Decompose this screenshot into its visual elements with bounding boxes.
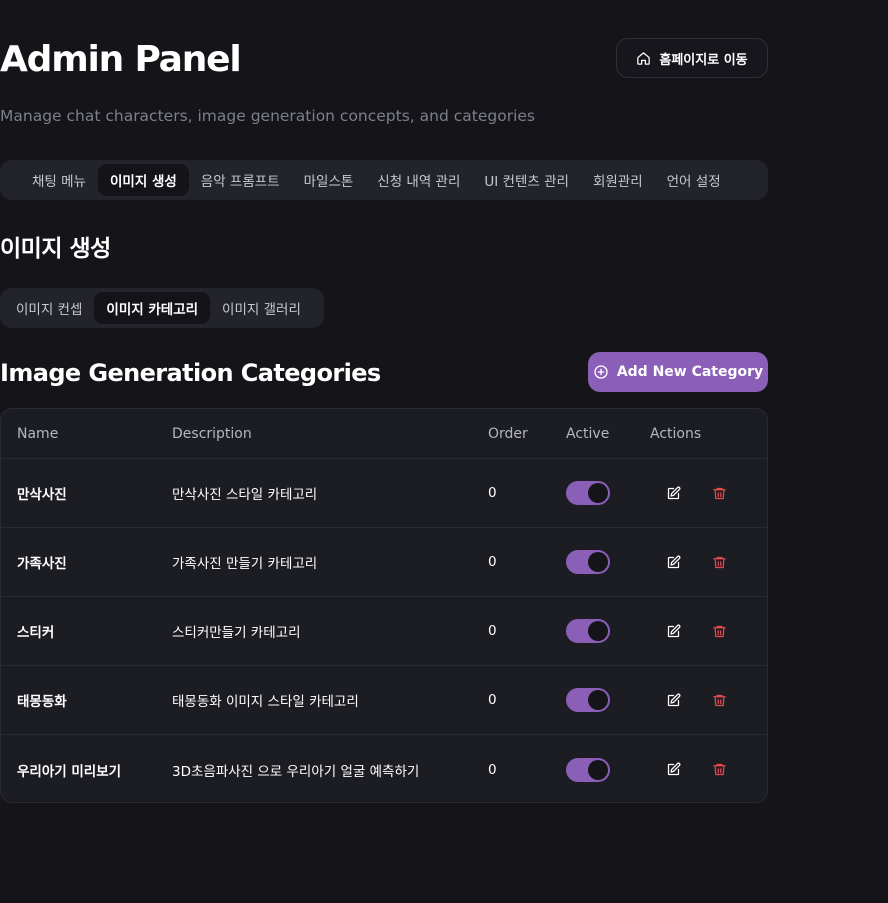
page-title: Admin Panel <box>0 39 242 80</box>
trash-icon[interactable] <box>707 619 731 643</box>
plus-circle-icon <box>593 364 609 380</box>
active-toggle[interactable] <box>566 619 610 643</box>
tab-members[interactable]: 회원관리 <box>581 164 655 196</box>
toggle-knob <box>588 483 608 503</box>
edit-icon[interactable] <box>661 619 685 643</box>
header-active: Active <box>566 425 610 442</box>
table-header: Name Description Order Active Actions <box>1 409 767 459</box>
home-icon <box>636 51 651 66</box>
category-order: 0 <box>488 485 497 501</box>
category-description: 스티커만들기 카테고리 <box>172 625 301 641</box>
category-name: 가족사진 <box>17 556 67 572</box>
toggle-knob <box>588 759 608 780</box>
category-order: 0 <box>488 554 497 570</box>
subtab-image-gallery[interactable]: 이미지 갤러리 <box>210 292 313 324</box>
active-toggle[interactable] <box>566 481 610 505</box>
edit-icon[interactable] <box>661 481 685 505</box>
active-toggle[interactable] <box>566 757 610 782</box>
section-title: 이미지 생성 <box>0 236 111 262</box>
header-description: Description <box>172 425 252 442</box>
tab-chat-menu[interactable]: 채팅 메뉴 <box>20 164 98 196</box>
header-actions: Actions <box>650 425 702 442</box>
tab-image-generation[interactable]: 이미지 생성 <box>97 164 189 196</box>
categories-table: Name Description Order Active Actions 만삭… <box>0 408 768 803</box>
trash-icon[interactable] <box>707 758 731 782</box>
tab-applications[interactable]: 신청 내역 관리 <box>365 164 472 196</box>
header-name: Name <box>17 425 59 442</box>
page-subtitle: Manage chat characters, image generation… <box>0 107 535 125</box>
edit-icon[interactable] <box>661 758 685 782</box>
tab-music-prompt[interactable]: 음악 프롬프트 <box>189 164 292 196</box>
home-button[interactable]: 홈페이지로 이동 <box>616 38 768 78</box>
category-description: 만삭사진 스타일 카테고리 <box>172 487 318 503</box>
category-order: 0 <box>488 692 497 708</box>
category-name: 우리아기 미리보기 <box>17 763 122 780</box>
trash-icon[interactable] <box>707 688 731 712</box>
table-row: 태몽동화 태몽동화 이미지 스타일 카테고리 0 <box>1 666 767 735</box>
toggle-knob <box>588 690 608 710</box>
category-name: 스티커 <box>17 625 55 641</box>
toggle-knob <box>588 621 608 641</box>
subtab-image-concept[interactable]: 이미지 컨셉 <box>4 292 94 324</box>
tab-language[interactable]: 언어 설정 <box>655 164 733 196</box>
main-tabs: 채팅 메뉴 이미지 생성 음악 프롬프트 마일스톤 신청 내역 관리 UI 컨텐… <box>0 160 768 200</box>
tab-milestone[interactable]: 마일스톤 <box>292 164 366 196</box>
sub-tabs: 이미지 컨셉 이미지 카테고리 이미지 갤러리 <box>0 288 324 328</box>
header-order: Order <box>488 425 528 442</box>
edit-icon[interactable] <box>661 550 685 574</box>
table-row: 만삭사진 만삭사진 스타일 카테고리 0 <box>1 459 767 528</box>
trash-icon[interactable] <box>707 550 731 574</box>
category-order: 0 <box>488 623 497 639</box>
category-name: 만삭사진 <box>17 487 67 503</box>
table-row: 우리아기 미리보기 3D초음파사진 으로 우리아기 얼굴 예측하기 0 <box>1 735 767 802</box>
active-toggle[interactable] <box>566 550 610 574</box>
category-description: 가족사진 만들기 카테고리 <box>172 556 318 572</box>
edit-icon[interactable] <box>661 688 685 712</box>
tab-ui-content[interactable]: UI 컨텐츠 관리 <box>472 164 581 196</box>
toggle-knob <box>588 552 608 572</box>
add-category-label: Add New Category <box>616 364 764 380</box>
categories-title: Image Generation Categories <box>0 359 381 387</box>
table-row: 가족사진 가족사진 만들기 카테고리 0 <box>1 528 767 597</box>
subtab-image-category[interactable]: 이미지 카테고리 <box>94 292 211 324</box>
table-row: 스티커 스티커만들기 카테고리 0 <box>1 597 767 666</box>
home-button-label: 홈페이지로 이동 <box>659 52 748 68</box>
category-description: 3D초음파사진 으로 우리아기 얼굴 예측하기 <box>172 763 420 780</box>
category-name: 태몽동화 <box>17 694 67 710</box>
trash-icon[interactable] <box>707 481 731 505</box>
add-category-button[interactable]: Add New Category <box>588 352 768 392</box>
active-toggle[interactable] <box>566 688 610 712</box>
category-order: 0 <box>488 761 497 778</box>
category-description: 태몽동화 이미지 스타일 카테고리 <box>172 694 359 710</box>
